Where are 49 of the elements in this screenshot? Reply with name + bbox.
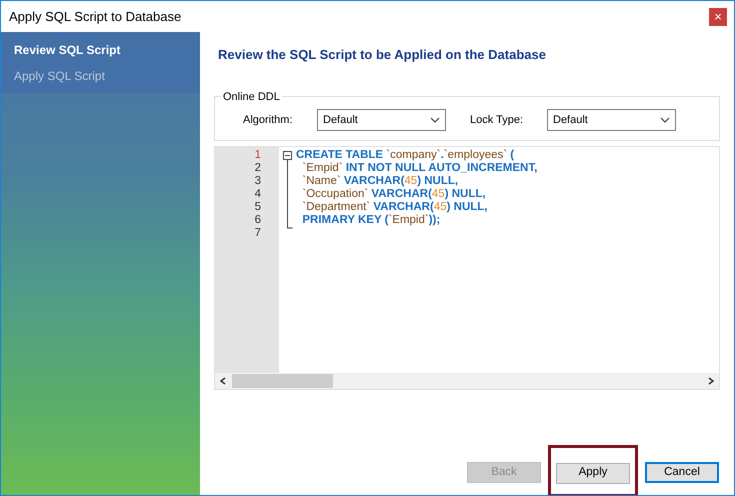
field-label: Algorithm: (243, 112, 294, 128)
close-button[interactable]: × (709, 8, 727, 26)
code-token: 45 (434, 200, 447, 212)
line-number: 5 (254, 200, 262, 214)
horizontal-scrollbar[interactable] (215, 372, 719, 388)
code-editor[interactable]: 1 2 3 4 5 6 7 CREATE TABLE `company`.`employees` ( `Empid` INT NOT NULL AUTO_INCREMENT, `Name` VARCHAR(45) NULL, `Occupation` VARCHAR(45) NULL, `Department` VARCHAR(45) NULL, PRIMARY KEY (`Empid`)); (214, 146, 720, 390)
dialog-button[interactable]: Cancel (645, 462, 719, 483)
code-token: ) NULL, (417, 174, 458, 186)
scrollbar-thumb[interactable] (232, 374, 333, 388)
code-token: 45 (432, 188, 445, 200)
sidebar-item[interactable]: Review SQL Script (1, 37, 200, 63)
line-number: 1 (254, 148, 262, 162)
code-token: VARCHAR( (344, 174, 404, 186)
fold-marker-icon[interactable] (283, 150, 293, 228)
code-token: . (440, 148, 444, 160)
line-number: 2 (254, 162, 262, 174)
field-label: Lock Type: (470, 112, 524, 128)
dropdown[interactable]: Default (317, 109, 446, 131)
window-title: Apply SQL Script to Database (9, 8, 182, 26)
line-number: 4 (254, 188, 262, 200)
page-heading: Review the SQL Script to be Applied on the Database (217, 46, 547, 64)
chevron-down-icon (430, 117, 440, 123)
dropdown-value: Default (323, 112, 358, 128)
dialog-button[interactable]: Apply (556, 462, 630, 484)
code-token: VARCHAR( (371, 188, 432, 200)
chevron-right-icon[interactable] (707, 376, 715, 384)
code-token: `employees` (444, 148, 508, 160)
chevron-left-icon[interactable] (219, 376, 227, 384)
code-token: ) NULL, (446, 200, 488, 212)
code-token: `company` (386, 148, 441, 160)
code-token: 45 (404, 174, 418, 186)
code-token: )); (428, 214, 440, 226)
code-token: PRIMARY KEY ( (301, 214, 388, 226)
dropdown[interactable]: Default (547, 109, 676, 131)
line-number: 7 (254, 226, 262, 240)
code-token: ) NULL, (444, 188, 486, 200)
code-token: CREATE TABLE (296, 148, 384, 160)
code-token: VARCHAR( (373, 200, 434, 212)
code-token: `Occupation` (301, 188, 370, 200)
code-token: `Empid` (388, 214, 429, 226)
code-token: ( (509, 148, 514, 160)
code-token: `Empid` (301, 162, 344, 174)
chevron-down-icon (660, 117, 670, 123)
code-token: INT NOT NULL AUTO_INCREMENT, (346, 162, 538, 174)
line-number: 3 (254, 174, 262, 188)
code-token: `Department` (301, 200, 372, 212)
line-number: 6 (254, 214, 262, 226)
code-token: `Name` (301, 174, 342, 186)
dropdown-value: Default (553, 112, 588, 128)
